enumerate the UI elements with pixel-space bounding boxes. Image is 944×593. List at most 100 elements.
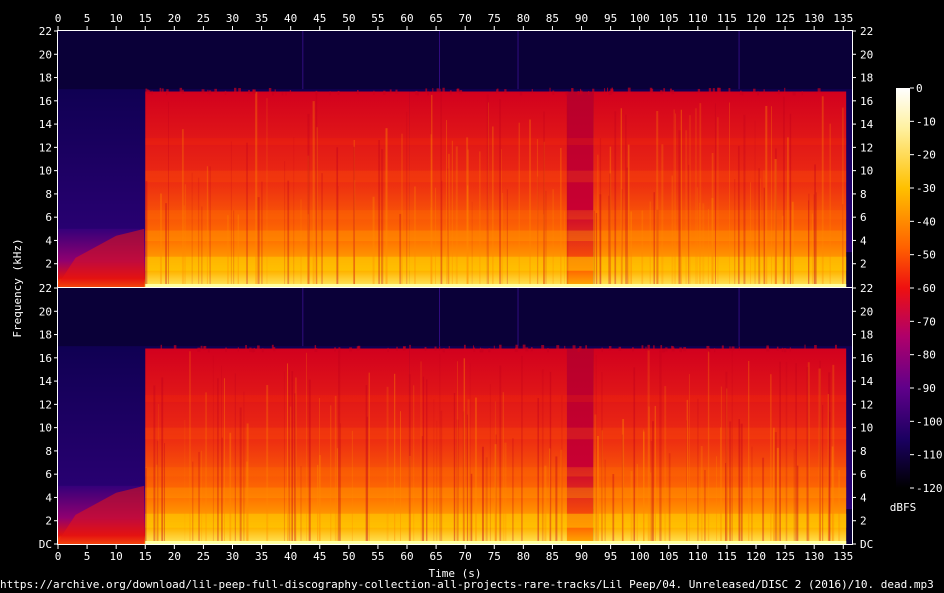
y-tick-label-left: 12 [39, 398, 52, 411]
transient-streak [552, 189, 554, 287]
colorbar-tick-label: -90 [916, 382, 936, 395]
transient-streak [781, 215, 784, 287]
x-tick-label-top: 55 [371, 12, 384, 25]
transient-streak [184, 420, 186, 544]
transient-streak [625, 114, 627, 287]
transient-streak [791, 201, 794, 287]
transient-streak [413, 385, 415, 544]
transient-streak [700, 446, 703, 544]
cutoff-edge [281, 91, 284, 96]
colorbar-tick-label: -30 [916, 182, 936, 195]
cutoff-edge [151, 90, 153, 95]
artifact-line-0 [302, 288, 304, 347]
transient-streak [678, 130, 681, 287]
cutoff-edge [742, 91, 744, 96]
transient-streak [594, 414, 597, 544]
cutoff-edge [479, 347, 482, 352]
cutoff-edge [251, 348, 254, 353]
cutoff-edge [338, 347, 341, 352]
y-tick-label-right: 18 [860, 72, 873, 85]
transient-streak [439, 353, 441, 544]
transient-streak [779, 361, 781, 544]
transient-streak [688, 164, 690, 287]
transient-streak [287, 180, 290, 287]
transient-streak [312, 101, 315, 288]
transient-streak [457, 361, 458, 544]
transient-streak [688, 374, 690, 544]
cutoff-edge [438, 346, 441, 351]
spectrogram-channel-1 [57, 30, 853, 288]
transient-streak [158, 404, 160, 544]
y-tick-label-right: 8 [860, 445, 867, 458]
x-tick-label-top: 5 [84, 12, 91, 25]
x-tick-label-top: 125 [775, 12, 795, 25]
x-tick-label-bottom: 80 [517, 550, 530, 563]
x-tick-label-top: 120 [746, 12, 766, 25]
cutoff-edge [337, 90, 340, 95]
artifact-line-2 [517, 31, 519, 90]
colorbar-tick-label: -40 [916, 215, 936, 228]
x-tick-label-bottom: 5 [84, 550, 91, 563]
cutoff-edge [261, 348, 264, 353]
cutoff-edge [608, 346, 612, 351]
transient-streak [191, 172, 193, 287]
transient-streak [394, 373, 396, 544]
transient-streak [448, 153, 450, 287]
cutoff-edge [757, 91, 759, 96]
transient-streak [246, 142, 248, 287]
transient-streak [748, 360, 750, 544]
colorbar-tick-label: -50 [916, 249, 936, 262]
cutoff-edge [161, 88, 164, 93]
transient-streak [475, 397, 477, 544]
harmonic-band-3 [145, 170, 847, 183]
cutoff-edge [442, 348, 445, 353]
transient-streak [435, 187, 436, 287]
cutoff-edge [225, 347, 227, 352]
y-tick-label-left: 18 [39, 72, 52, 85]
transient-streak [796, 465, 799, 544]
transient-streak [201, 206, 203, 287]
cutoff-edge [257, 345, 260, 350]
x-tick-label-top: 75 [488, 12, 501, 25]
y-tick-label-right: DC [860, 538, 873, 551]
transient-streak [626, 167, 628, 287]
transient-streak [422, 376, 425, 544]
cutoff-edge [549, 87, 551, 92]
transient-streak [485, 457, 488, 544]
cutoff-edge [349, 347, 352, 352]
cutoff-edge [329, 91, 331, 96]
x-tick-label-bottom: 20 [168, 550, 181, 563]
transient-streak [289, 406, 292, 544]
transient-streak [293, 137, 295, 287]
transient-streak [338, 185, 339, 287]
transient-streak [451, 140, 453, 287]
x-tick-label-top: 0 [55, 12, 62, 25]
transient-streak [255, 91, 258, 287]
cutoff-edge [245, 345, 247, 350]
transient-streak [819, 360, 821, 544]
transient-streak [731, 350, 733, 544]
y-tick-label-right: 18 [860, 329, 873, 342]
y-tick-label-right: 6 [860, 211, 867, 224]
transient-streak [243, 391, 245, 544]
cutoff-edge [680, 348, 682, 353]
transient-streak [738, 419, 741, 544]
transient-streak [793, 449, 795, 544]
transient-streak [641, 210, 644, 287]
transient-streak [386, 386, 389, 544]
x-tick-label-bottom: 135 [833, 550, 853, 563]
x-tick-label-top: 100 [630, 12, 650, 25]
cutoff-edge [201, 89, 205, 94]
transient-streak [291, 371, 294, 544]
cutoff-edge [448, 346, 450, 351]
cutoff-edge [783, 348, 787, 353]
x-tick-label-bottom: 0 [55, 550, 62, 563]
transient-streak [807, 362, 810, 544]
cutoff-edge [285, 91, 287, 96]
cutoff-edge [572, 345, 576, 350]
cutoff-edge [641, 345, 644, 350]
cutoff-edge [556, 345, 560, 350]
x-tick-label-bottom: 130 [804, 550, 824, 563]
transient-streak [770, 374, 772, 544]
transient-streak [743, 114, 746, 287]
